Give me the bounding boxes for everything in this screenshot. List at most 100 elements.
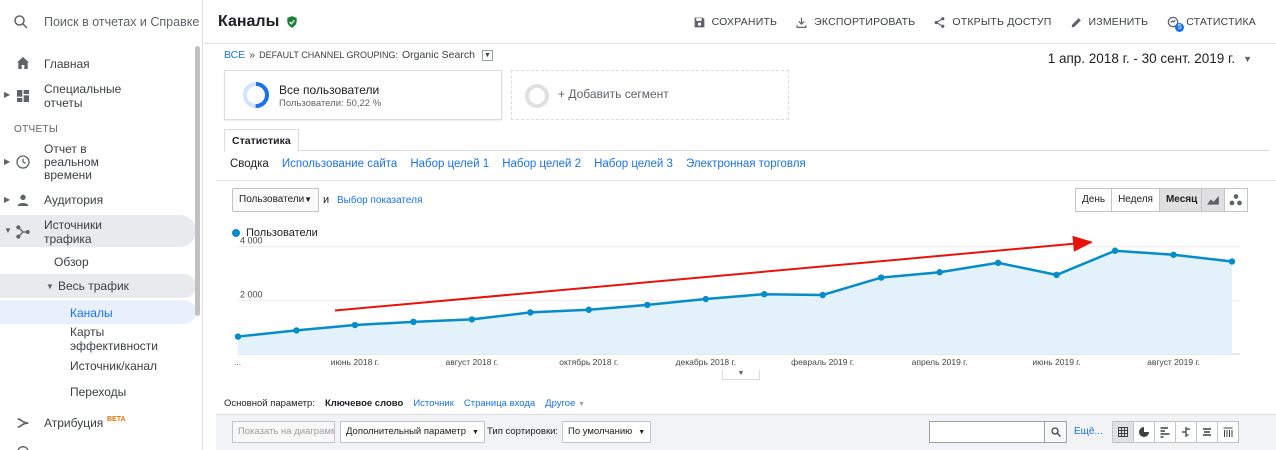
subtab-summary[interactable]: Сводка [230, 158, 269, 170]
sidebar-item-treemaps[interactable]: Карты эффективности [0, 325, 200, 353]
line-chart-button[interactable] [1201, 188, 1225, 212]
sidebar-item-label: Аудитория [44, 193, 104, 207]
data-point[interactable] [644, 301, 651, 309]
table-search-button[interactable] [1044, 421, 1067, 443]
reports-section-label: ОТЧЕТЫ [14, 124, 58, 135]
subtab-site-usage[interactable]: Использование сайта [282, 158, 397, 170]
share-icon [935, 16, 945, 28]
period-week-button[interactable]: Неделя [1111, 188, 1160, 212]
table-toolbar: Показать на диаграмме Дополнительный пар… [216, 414, 1276, 450]
table-view-data-button[interactable] [1112, 421, 1134, 443]
data-point[interactable] [293, 327, 300, 334]
data-point[interactable] [936, 269, 943, 276]
add-segment-button[interactable]: + Добавить сегмент [511, 70, 789, 120]
share-button[interactable]: ОТКРЫТЬ ДОСТУП [933, 16, 1051, 29]
secondary-dimension-select[interactable]: Дополнительный параметр ▼ [340, 421, 485, 443]
advanced-filter-link[interactable]: Ещё... [1074, 426, 1103, 437]
bar-list-icon [1160, 427, 1170, 438]
tab-explorer[interactable]: Статистика [224, 129, 299, 152]
x-axis-ticks: ... июнь 2018 г. август 2018 г. октябрь 201… [234, 357, 1200, 367]
edit-button[interactable]: ИЗМЕНИТЬ [1070, 16, 1149, 29]
comparison-icon [1182, 427, 1190, 437]
insights-button[interactable]: 5 СТАТИСТИКА [1166, 15, 1256, 32]
data-point[interactable] [819, 291, 826, 299]
data-point[interactable] [877, 274, 885, 281]
subtab-goal-set-3[interactable]: Набор целей 3 [594, 158, 673, 170]
data-point[interactable] [761, 290, 768, 298]
sidebar-item-acquisition[interactable]: ▼ Источники трафика [0, 215, 200, 247]
export-label: ЭКСПОРТИРОВАТЬ [814, 16, 916, 28]
sidebar-item-source-medium[interactable]: Источник/канал [0, 358, 200, 376]
period-month-button[interactable]: Месяц [1158, 188, 1205, 212]
chart-collapse-handle[interactable]: ▼ [722, 370, 760, 380]
period-day-button[interactable]: День [1075, 188, 1113, 212]
metric-group-tabs: Сводка Использование сайта Набор целей 1… [230, 158, 806, 170]
chart-type-toggle [1201, 188, 1248, 212]
breadcrumb-dropdown[interactable]: ▼ [481, 49, 493, 61]
data-point[interactable] [1170, 251, 1177, 258]
sidebar-scrollbar[interactable] [195, 46, 200, 316]
table-view-pie-button[interactable] [1133, 421, 1155, 443]
sort-type-select[interactable]: По умолчанию ▼ [562, 421, 652, 443]
data-point[interactable] [994, 259, 1002, 267]
subtab-goal-set-1[interactable]: Набор целей 1 [410, 158, 489, 170]
dimension-keyword[interactable]: Ключевое слово [325, 398, 403, 409]
sidebar-search[interactable]: Поиск в отчетах и Справке [0, 0, 202, 44]
sidebar-item-label: трафика [44, 232, 92, 246]
sidebar-item-next[interactable] [0, 440, 200, 450]
pick-metric-link[interactable]: Выбор показателя [337, 195, 422, 206]
table-view-performance-button[interactable] [1154, 421, 1176, 443]
subtab-ecommerce[interactable]: Электронная торговля [686, 158, 806, 170]
data-point[interactable] [702, 295, 709, 303]
sidebar-item-referrals[interactable]: Переходы [0, 384, 200, 402]
breadcrumb-all-link[interactable]: ВСЕ [224, 49, 245, 61]
data-point[interactable] [351, 321, 359, 329]
table-view-pivot-button[interactable] [1217, 421, 1239, 443]
sidebar-item-all-traffic[interactable]: ▼ Весь трафик [0, 274, 200, 298]
metric-select[interactable]: Пользователи ▼ [232, 188, 319, 212]
data-point[interactable] [527, 309, 534, 316]
sidebar-item-label: Главная [44, 57, 90, 71]
sidebar-item-label: Переходы [70, 385, 127, 399]
dimension-landing-page[interactable]: Страница входа [464, 398, 535, 409]
x-tick-label: ... [234, 357, 241, 367]
table-search-input[interactable] [929, 421, 1045, 443]
sidebar-item-label: эффективности [70, 339, 159, 353]
breadcrumb: ВСЕ » DEFAULT CHANNEL GROUPING: Organic … [224, 49, 493, 61]
export-button[interactable]: ЭКСПОРТИРОВАТЬ [795, 16, 915, 29]
sidebar-item-home[interactable]: Главная [0, 54, 200, 74]
subtab-goal-set-2[interactable]: Набор целей 2 [502, 158, 581, 170]
home-icon [17, 57, 29, 69]
sidebar-item-attribution[interactable]: Атрибуция BETA [0, 413, 200, 433]
data-point[interactable] [585, 306, 593, 313]
sidebar-item-audience[interactable]: ▶ Аудитория [0, 190, 200, 210]
save-button[interactable]: СОХРАНИТЬ [693, 16, 778, 29]
plot-rows-button[interactable]: Показать на диаграмме [232, 421, 335, 443]
metric-select-value: Пользователи [239, 194, 305, 205]
sidebar-item-realtime[interactable]: ▶ Отчет в реальном времени [0, 140, 200, 184]
table-view-term-cloud-button[interactable] [1196, 421, 1218, 443]
segment-all-users[interactable]: Все пользователи Пользователи: 50,22 % [224, 70, 502, 120]
bubble-chart-icon [1229, 194, 1242, 206]
motion-chart-button[interactable] [1224, 188, 1248, 212]
save-icon [694, 17, 704, 27]
data-point[interactable] [1111, 247, 1119, 254]
data-point[interactable] [468, 316, 476, 323]
data-point[interactable] [1228, 258, 1236, 265]
sidebar-item-overview[interactable]: Обзор [0, 253, 200, 271]
chevron-down-icon: ▼ [304, 195, 312, 204]
table-view-comparison-button[interactable] [1175, 421, 1197, 443]
data-point[interactable] [1053, 271, 1060, 279]
dimension-other-dropdown[interactable]: Другое ▼ [545, 398, 585, 409]
data-point[interactable] [234, 333, 242, 340]
data-point[interactable] [410, 318, 417, 326]
search-icon [14, 15, 28, 29]
clock-icon [16, 155, 30, 169]
dimension-source[interactable]: Источник [413, 398, 454, 409]
page-title: Каналы [218, 12, 280, 30]
download-icon [796, 17, 807, 28]
insights-badge: 5 [1175, 23, 1185, 32]
date-range-picker[interactable]: 1 апр. 2018 г. - 30 сент. 2019 г. ▼ [1048, 51, 1252, 66]
sidebar-item-channels[interactable]: Каналы [0, 300, 200, 324]
sidebar-item-custom-reports[interactable]: ▶ Специальные отчеты [0, 80, 200, 112]
